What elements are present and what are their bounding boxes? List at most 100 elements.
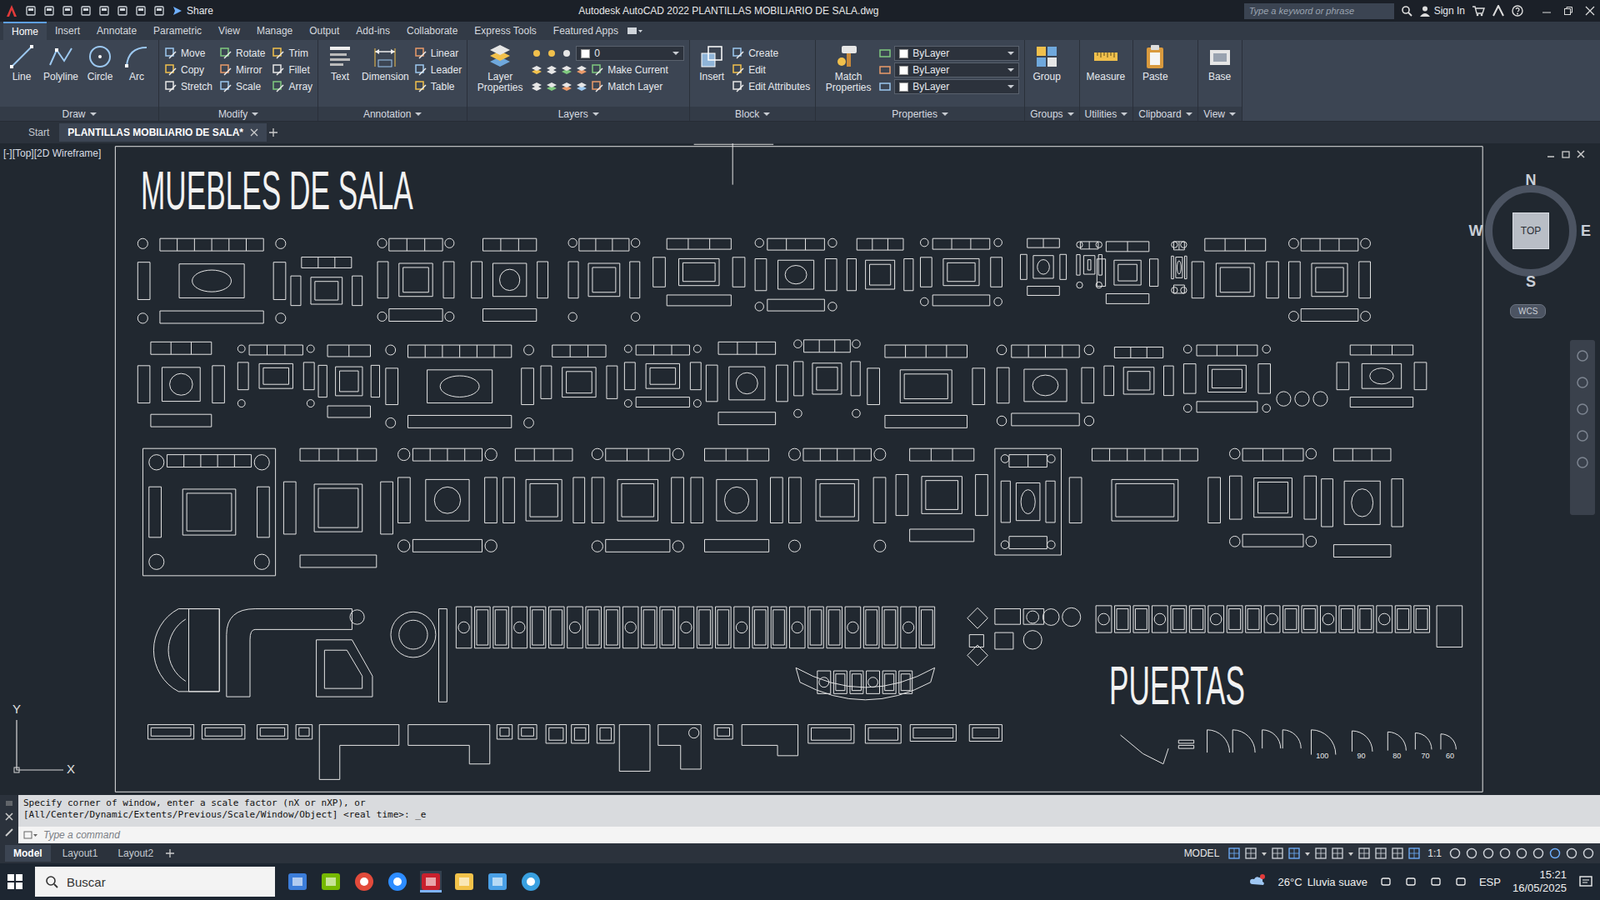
clock[interactable]: 15:2116/05/2025 (1512, 868, 1567, 895)
clean-screen-icon[interactable] (1565, 846, 1579, 860)
showmotion-icon[interactable] (1575, 455, 1590, 470)
autocad-icon[interactable] (420, 870, 442, 893)
snap-icon[interactable] (1244, 846, 1258, 860)
close-icon[interactable] (1585, 5, 1595, 16)
isodraft-icon[interactable] (1314, 846, 1328, 860)
tool-button[interactable]: Fillet (271, 61, 313, 79)
panel-title[interactable]: Modify (159, 106, 318, 121)
ribbon-button[interactable]: Group (1030, 43, 1064, 83)
tool-button[interactable]: Array (271, 78, 313, 95)
navigation-bar[interactable] (1570, 340, 1595, 515)
tool-button[interactable]: Create (731, 45, 810, 62)
polar-icon[interactable] (1287, 846, 1301, 860)
ribbon-tab[interactable]: Featured Apps (545, 22, 627, 40)
pan-icon[interactable] (1575, 375, 1590, 390)
dropdown-icon[interactable] (1304, 848, 1311, 859)
ribbon-tab[interactable]: Insert (46, 22, 89, 40)
ribbon-button[interactable]: Line (5, 43, 39, 83)
panel-title[interactable]: Draw (0, 106, 159, 121)
ribbon-tab[interactable]: Express Tools (465, 22, 545, 40)
nvidia-icon[interactable] (320, 870, 342, 893)
transparency-icon[interactable] (1374, 846, 1388, 860)
ribbon-button[interactable]: Dimension (360, 43, 411, 83)
file-explorer-icon[interactable] (453, 870, 475, 893)
auto-scale-icon[interactable] (1407, 846, 1421, 860)
zoom-icon[interactable] (1575, 401, 1590, 417)
search-icon[interactable] (1400, 5, 1413, 17)
zoom-icon[interactable] (386, 870, 409, 893)
hardware-acceleration-icon[interactable] (1548, 846, 1562, 860)
layout-tab[interactable]: Model (5, 845, 51, 862)
ribbon-tab[interactable]: Manage (248, 22, 301, 40)
remote-desktop-icon[interactable] (486, 870, 509, 893)
quick-properties-icon[interactable] (1498, 846, 1512, 860)
quick-access-icon[interactable] (61, 5, 74, 17)
panel-title[interactable]: Layers (467, 106, 690, 121)
close-command-icon[interactable] (5, 812, 14, 821)
ribbon-button[interactable]: Polyline (41, 43, 80, 83)
dropdown[interactable]: ByLayer (879, 78, 1020, 95)
object-snap-icon[interactable] (1330, 846, 1345, 860)
quick-access-icon[interactable] (135, 5, 147, 17)
ribbon-button[interactable]: Match Properties (820, 43, 876, 94)
file-tab[interactable]: PLANTILLAS MOBILIARIO DE SALA* (59, 123, 267, 142)
windows-start-icon[interactable] (6, 873, 24, 890)
ribbon-button[interactable]: Base (1203, 43, 1237, 83)
cart-icon[interactable] (1471, 5, 1485, 17)
tool-button[interactable]: Trim (271, 45, 313, 62)
drawing-canvas[interactable]: [-][Top][2D Wireframe]MUEBLES DE SALAPUE… (0, 143, 1600, 795)
photos-icon[interactable] (520, 870, 542, 893)
file-tab[interactable]: Start (20, 123, 58, 142)
ortho-icon[interactable] (1270, 846, 1285, 860)
ribbon-tab[interactable]: Annotate (88, 22, 145, 40)
customize-icon[interactable] (4, 827, 15, 838)
workspace-icon[interactable] (1448, 846, 1462, 860)
tool-button[interactable]: Stretch (164, 78, 213, 95)
ribbon-button[interactable]: Insert (695, 43, 729, 83)
sign-in-button[interactable]: Sign In (1419, 5, 1465, 17)
compass-east[interactable]: E (1576, 221, 1595, 240)
help-icon[interactable] (1511, 5, 1524, 17)
viewport-maximize-icon[interactable] (1561, 150, 1570, 159)
viewcube[interactable]: TOPNSWE (1468, 168, 1594, 294)
panel-title[interactable]: View (1198, 106, 1242, 121)
dropdown-icon[interactable] (1260, 848, 1268, 859)
grid-icon[interactable] (1227, 846, 1241, 860)
viewcube-face[interactable]: TOP (1512, 212, 1550, 250)
quick-access-icon[interactable] (80, 5, 92, 17)
input-language[interactable]: ESP (1479, 875, 1501, 889)
layout-tab[interactable]: Layout1 (54, 845, 107, 862)
compass-north[interactable]: N (1521, 170, 1540, 190)
tool-button[interactable]: Linear (414, 45, 462, 62)
ribbon-button[interactable]: Circle (83, 43, 117, 83)
command-input[interactable]: Type a command (18, 826, 1600, 844)
ribbon-tab[interactable]: Home (3, 21, 47, 40)
ribbon-button[interactable]: Layer Properties (472, 43, 528, 94)
annotation-visibility-icon[interactable] (1390, 846, 1405, 860)
workspace-toggle-icon[interactable] (626, 25, 644, 36)
add-layout-icon[interactable] (165, 848, 175, 859)
orbit-icon[interactable] (1575, 428, 1590, 444)
compass-south[interactable]: S (1521, 272, 1540, 291)
lock-ui-icon[interactable] (1515, 846, 1529, 860)
ribbon-button[interactable]: Arc (120, 43, 154, 83)
new-tab-plus-icon[interactable] (268, 127, 279, 138)
layout-tab[interactable]: Layout2 (109, 845, 162, 862)
panel-title[interactable]: Annotation (318, 106, 467, 121)
tool-button[interactable]: Make Current (530, 61, 685, 79)
tool-button[interactable]: Edit Attributes (731, 78, 810, 95)
tool-button[interactable]: Edit (731, 61, 810, 79)
search-box[interactable]: Type a keyword or phrase (1244, 3, 1395, 20)
ucs-menu[interactable]: WCS (1510, 304, 1546, 319)
panel-title[interactable]: Block (690, 106, 815, 121)
share-button[interactable]: Share (171, 5, 214, 17)
ribbon-tab[interactable]: Add-ins (347, 22, 399, 40)
show-hidden-icons-icon[interactable] (1379, 875, 1393, 889)
panel-title[interactable]: Groups (1025, 106, 1079, 121)
viewport-controls[interactable]: [-][Top][2D Wireframe] (3, 147, 101, 160)
tool-button[interactable]: Table (414, 78, 462, 95)
calculator-icon[interactable] (286, 870, 309, 893)
close-icon[interactable] (250, 128, 259, 137)
quick-access-icon[interactable] (43, 5, 55, 17)
panel-title[interactable]: Properties (815, 106, 1025, 121)
